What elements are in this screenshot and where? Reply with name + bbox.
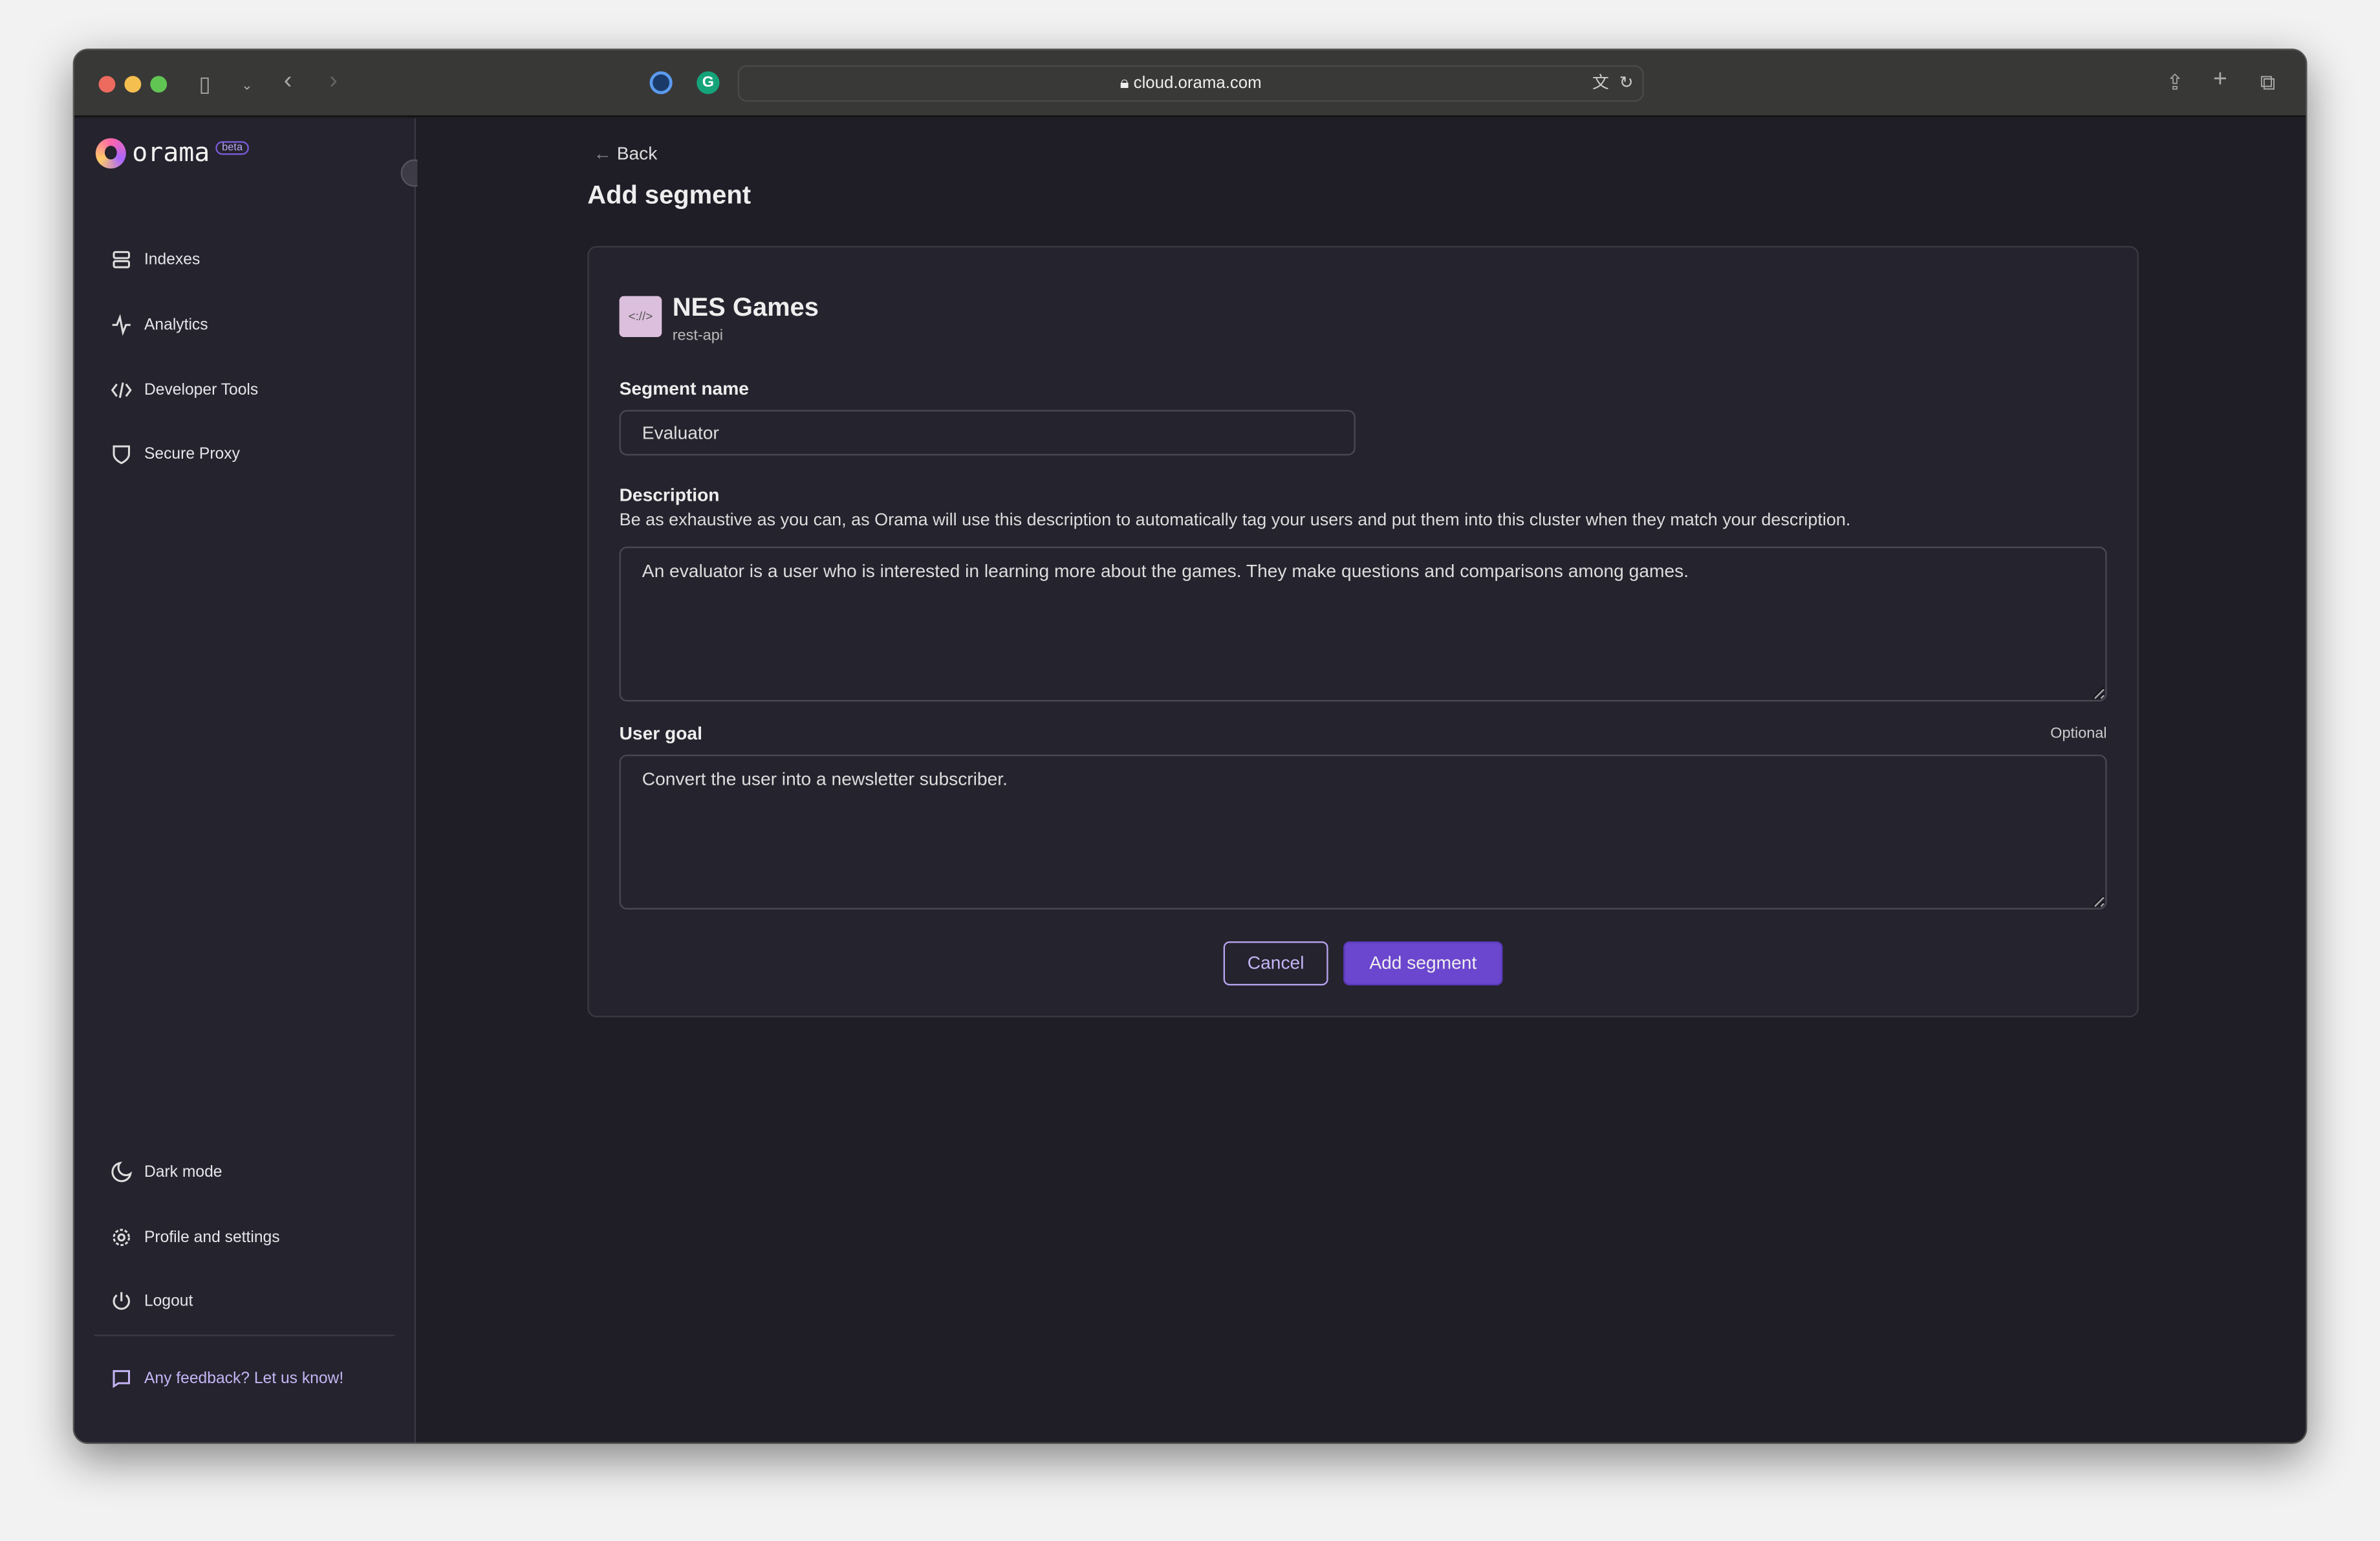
translate-icon[interactable]: 文 [1592,67,1609,100]
shield-icon [113,445,131,464]
sidebar-item-logout[interactable]: Logout [111,1291,193,1312]
moon-icon [111,1161,133,1183]
divider [94,1335,395,1337]
user-goal-label: User goal [619,723,702,745]
optional-label: Optional [2050,725,2107,743]
orama-logo-icon [95,138,126,169]
tabs-overview-icon[interactable]: ⧉ [2260,71,2275,93]
browser-window: ▯ ⌄ ‹ › G 🔒︎ cloud.orama.com 文 ↻ ⇪ + ⧉ o… [72,49,2308,1444]
main-content: ← Back Add segment <://> NES Games rest-… [417,118,2306,1443]
sidebar-item-analytics[interactable]: Analytics [111,314,208,336]
grammarly-icon[interactable]: G [697,71,720,94]
new-tab-icon[interactable]: + [2213,67,2227,92]
database-icon [113,251,131,268]
share-icon[interactable]: ⇪ [2166,71,2184,93]
back-nav-icon[interactable]: ‹ [284,69,292,94]
index-name: NES Games [672,292,819,322]
segment-form-card: <://> NES Games rest-api Segment name De… [587,246,2139,1018]
page-title: Add segment [587,180,752,210]
address-bar[interactable]: 🔒︎ cloud.orama.com 文 ↻ [737,65,1644,102]
lock-icon: 🔒︎ [1120,74,1129,93]
activity-icon [112,314,131,336]
arrow-left-icon: ← [593,142,612,164]
cancel-button[interactable]: Cancel [1223,941,1328,986]
beta-badge: beta [215,140,249,155]
feedback-link[interactable]: Any feedback? Let us know! [111,1368,343,1390]
back-link[interactable]: ← Back [594,143,658,164]
sidebar-toggle-icon[interactable]: ▯ [199,73,210,94]
user-goal-textarea[interactable]: Convert the user into a newsletter subsc… [619,754,2107,910]
close-window-button[interactable] [98,76,116,93]
gear-icon [113,1229,131,1247]
description-label: Description [619,484,720,506]
power-icon [113,1292,131,1310]
code-icon [111,382,132,399]
sidebar-item-dark-mode[interactable]: Dark mode [111,1161,222,1183]
reload-icon[interactable]: ↻ [1619,67,1634,100]
minimize-window-button[interactable] [124,76,142,93]
sidebar: orama beta Indexes Analytics Developer T… [74,118,428,1443]
index-type: rest-api [672,327,724,345]
sidebar-item-developer-tools[interactable]: Developer Tools [111,380,258,401]
sidebar-item-profile-settings[interactable]: Profile and settings [111,1227,280,1248]
forward-nav-icon[interactable]: › [329,69,338,94]
chevron-down-icon[interactable]: ⌄ [241,74,253,96]
description-textarea[interactable]: An evaluator is a user who is interested… [619,546,2107,702]
logo[interactable]: orama beta [95,138,249,169]
description-help-text: Be as exhaustive as you can, as Orama wi… [619,511,1851,530]
zoom-window-button[interactable] [150,76,168,93]
add-segment-button[interactable]: Add segment [1343,941,1503,986]
segment-name-input[interactable] [619,410,1356,456]
segment-name-label: Segment name [619,378,749,400]
browser-toolbar: ▯ ⌄ ‹ › G 🔒︎ cloud.orama.com 文 ↻ ⇪ + ⧉ [74,50,2306,117]
rest-api-icon: <://> [619,296,662,338]
sidebar-item-indexes[interactable]: Indexes [111,249,200,270]
message-icon [113,1370,131,1388]
sidebar-item-secure-proxy[interactable]: Secure Proxy [111,443,240,464]
password-manager-icon[interactable] [649,71,673,94]
